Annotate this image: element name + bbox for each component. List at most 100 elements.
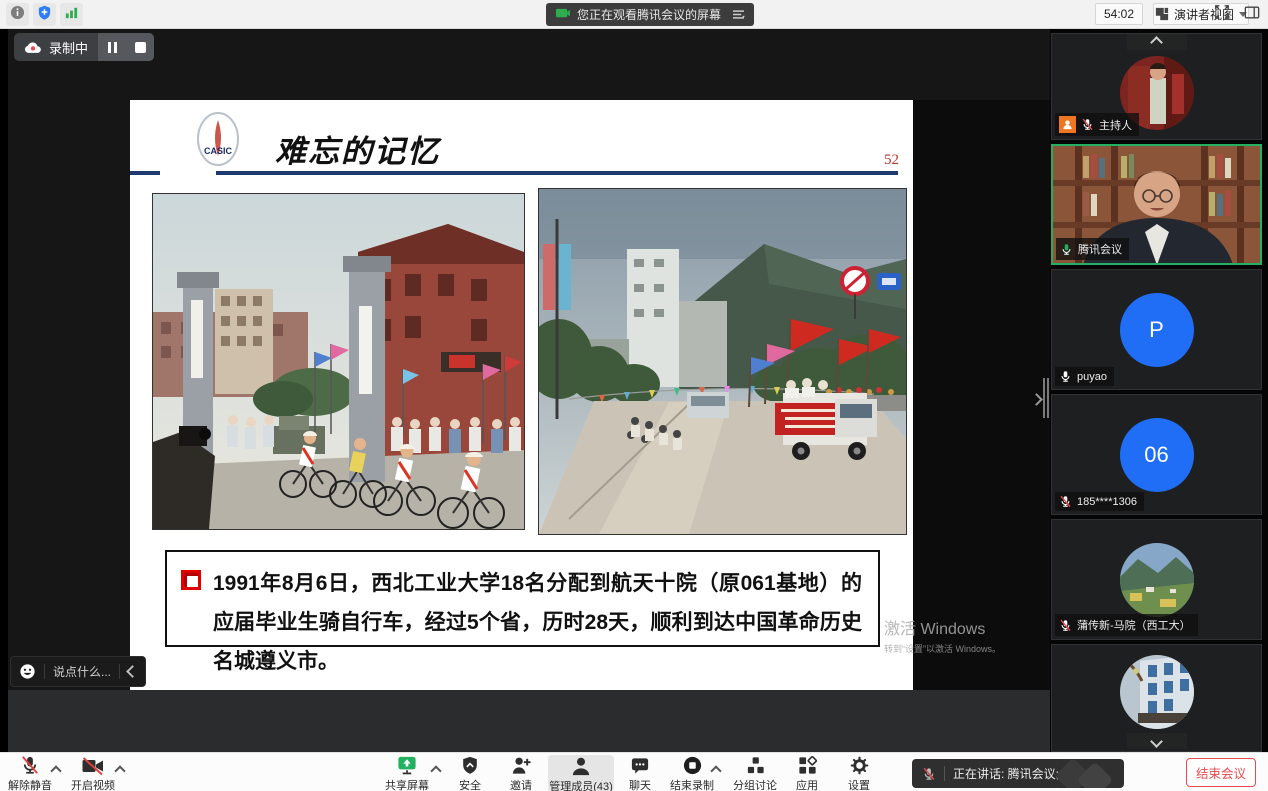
participant-tile[interactable] xyxy=(1051,644,1262,752)
info-icon xyxy=(10,5,25,25)
slide-page-number: 52 xyxy=(884,152,899,169)
avatar xyxy=(1120,543,1194,617)
tencent-meeting-logo-shape xyxy=(1077,762,1114,788)
start-video-button[interactable]: 开启视频 xyxy=(63,755,123,791)
collapse-chat-icon[interactable] xyxy=(126,665,139,678)
participant-label: 主持人 xyxy=(1055,113,1139,136)
divider xyxy=(944,766,945,781)
banner-menu-icon[interactable] xyxy=(732,9,745,20)
participant-name: 蒲传新-马院（西工大） xyxy=(1077,617,1191,633)
stop-record-label: 结束录制 xyxy=(662,777,722,791)
share-screen-button[interactable]: 共享屏幕 xyxy=(377,755,437,791)
manage-members-label: 管理成员(43) xyxy=(548,778,614,791)
invite-button[interactable]: 邀请 xyxy=(491,755,551,791)
mic-muted-icon xyxy=(1081,118,1094,131)
photo-parade-truck xyxy=(538,188,907,535)
casic-logo: CASIC xyxy=(194,112,242,170)
red-square-bullet-icon xyxy=(181,570,201,590)
apps-grid-icon xyxy=(777,755,837,776)
manage-members-button[interactable]: 管理成员(43) xyxy=(548,755,614,791)
video-options-button[interactable] xyxy=(116,762,128,772)
apps-label: 应用 xyxy=(777,777,837,791)
participant-tile-speaker[interactable]: 腾讯会议 xyxy=(1051,144,1262,265)
meeting-timer: 54:02 xyxy=(1095,3,1143,25)
recording-status-label: 录制中 xyxy=(49,38,88,57)
unmute-button[interactable]: 解除静音 xyxy=(0,755,60,791)
participant-name: 185****1306 xyxy=(1077,496,1137,508)
participant-name: 主持人 xyxy=(1099,117,1132,133)
avatar xyxy=(1120,655,1194,729)
security-status-button[interactable] xyxy=(33,3,56,26)
breakout-rooms-label: 分组讨论 xyxy=(725,777,785,791)
content-lower-strip xyxy=(8,690,1050,752)
breakout-rooms-button[interactable]: 分组讨论 xyxy=(725,755,785,791)
participant-label: 185****1306 xyxy=(1055,492,1144,511)
end-meeting-button[interactable]: 结束会议 xyxy=(1186,758,1256,787)
participant-tile[interactable]: 06 185****1306 xyxy=(1051,394,1262,515)
participant-tile-host[interactable]: 主持人 xyxy=(1051,33,1262,140)
meeting-toolbar: 解除静音 开启视频 共享屏幕 安全 邀请 管理成员(43) 聊天 xyxy=(0,752,1268,791)
participant-name: puyao xyxy=(1077,371,1107,383)
casic-logo-text: CASIC xyxy=(204,146,233,156)
scroll-up-button[interactable] xyxy=(1127,34,1187,50)
apps-button[interactable]: 应用 xyxy=(777,755,837,791)
breakout-blocks-icon xyxy=(725,755,785,776)
avatar-initial-text: P xyxy=(1149,317,1164,343)
view-mode-button[interactable]: 演讲者视图 xyxy=(1153,3,1249,25)
sidebar-collapse-button[interactable] xyxy=(1028,389,1044,409)
pause-recording-button[interactable] xyxy=(98,33,126,61)
mic-muted-icon xyxy=(0,755,60,776)
mic-muted-icon xyxy=(1059,495,1072,508)
top-bar: 您正在观看腾讯会议的屏幕 54:02 演讲者视图 xyxy=(0,0,1268,29)
panel-layout-icon xyxy=(1244,5,1260,25)
pause-icon xyxy=(108,42,117,53)
meeting-info-button[interactable] xyxy=(6,3,29,26)
title-rule-left xyxy=(130,171,160,175)
timer-text: 54:02 xyxy=(1104,7,1134,21)
sidebar-drag-handle[interactable] xyxy=(1043,378,1050,418)
emoji-icon[interactable] xyxy=(19,663,36,680)
chat-bubble-icon xyxy=(610,755,670,776)
content-left-strip xyxy=(0,29,8,752)
chat-input-placeholder[interactable]: 说点什么... xyxy=(53,663,111,680)
side-panel-button[interactable] xyxy=(1240,3,1263,26)
title-rule-main xyxy=(216,171,898,175)
settings-label: 设置 xyxy=(829,777,889,791)
gear-icon xyxy=(829,755,889,776)
participants-sidebar: 主持人 腾讯会议 P xyxy=(1050,29,1268,752)
chevron-down-icon xyxy=(1150,735,1163,748)
fullscreen-icon xyxy=(1214,4,1230,25)
mic-muted-icon xyxy=(922,767,936,781)
participant-label: 腾讯会议 xyxy=(1056,238,1129,260)
settings-button[interactable]: 设置 xyxy=(829,755,889,791)
network-status-button[interactable] xyxy=(60,3,83,26)
mic-on-icon xyxy=(1059,370,1072,383)
participant-tile[interactable]: 蒲传新-马院（西工大） xyxy=(1051,519,1262,640)
quick-chat-bar: 说点什么... xyxy=(10,656,146,687)
participant-name: 腾讯会议 xyxy=(1078,241,1122,257)
divider xyxy=(44,664,45,679)
photo-cyclists-at-gate xyxy=(152,193,525,530)
chat-button[interactable]: 聊天 xyxy=(610,755,670,791)
recording-pill: 录制中 xyxy=(14,33,154,61)
meeting-window: 您正在观看腾讯会议的屏幕 54:02 演讲者视图 录制中 xyxy=(0,0,1268,791)
stop-recording-button[interactable] xyxy=(126,33,154,61)
scroll-down-button[interactable] xyxy=(1127,733,1187,749)
watching-banner-text: 您正在观看腾讯会议的屏幕 xyxy=(577,6,721,23)
record-options-button[interactable] xyxy=(712,762,724,772)
cloud-record-icon xyxy=(24,41,42,54)
chat-label: 聊天 xyxy=(610,777,670,791)
speaking-status-pill: 正在讲话: 腾讯会议; xyxy=(912,759,1124,788)
watching-banner: 您正在观看腾讯会议的屏幕 xyxy=(546,3,754,26)
shield-plus-icon xyxy=(37,5,52,25)
shared-screen-area: 录制中 CASIC 难忘的记忆 52 xyxy=(0,29,1050,752)
fullscreen-button[interactable] xyxy=(1210,3,1233,26)
start-video-label: 开启视频 xyxy=(63,777,123,791)
slide-caption-box: 1991年8月6日，西北工业大学18名分配到航天十院（原061基地）的应届毕业生… xyxy=(165,550,880,647)
participant-label: puyao xyxy=(1055,367,1114,386)
host-badge-icon xyxy=(1059,116,1076,133)
camera-off-icon xyxy=(63,755,123,776)
divider xyxy=(119,664,120,679)
participant-tile[interactable]: P puyao xyxy=(1051,269,1262,390)
slide-title: 难忘的记忆 xyxy=(275,126,440,171)
